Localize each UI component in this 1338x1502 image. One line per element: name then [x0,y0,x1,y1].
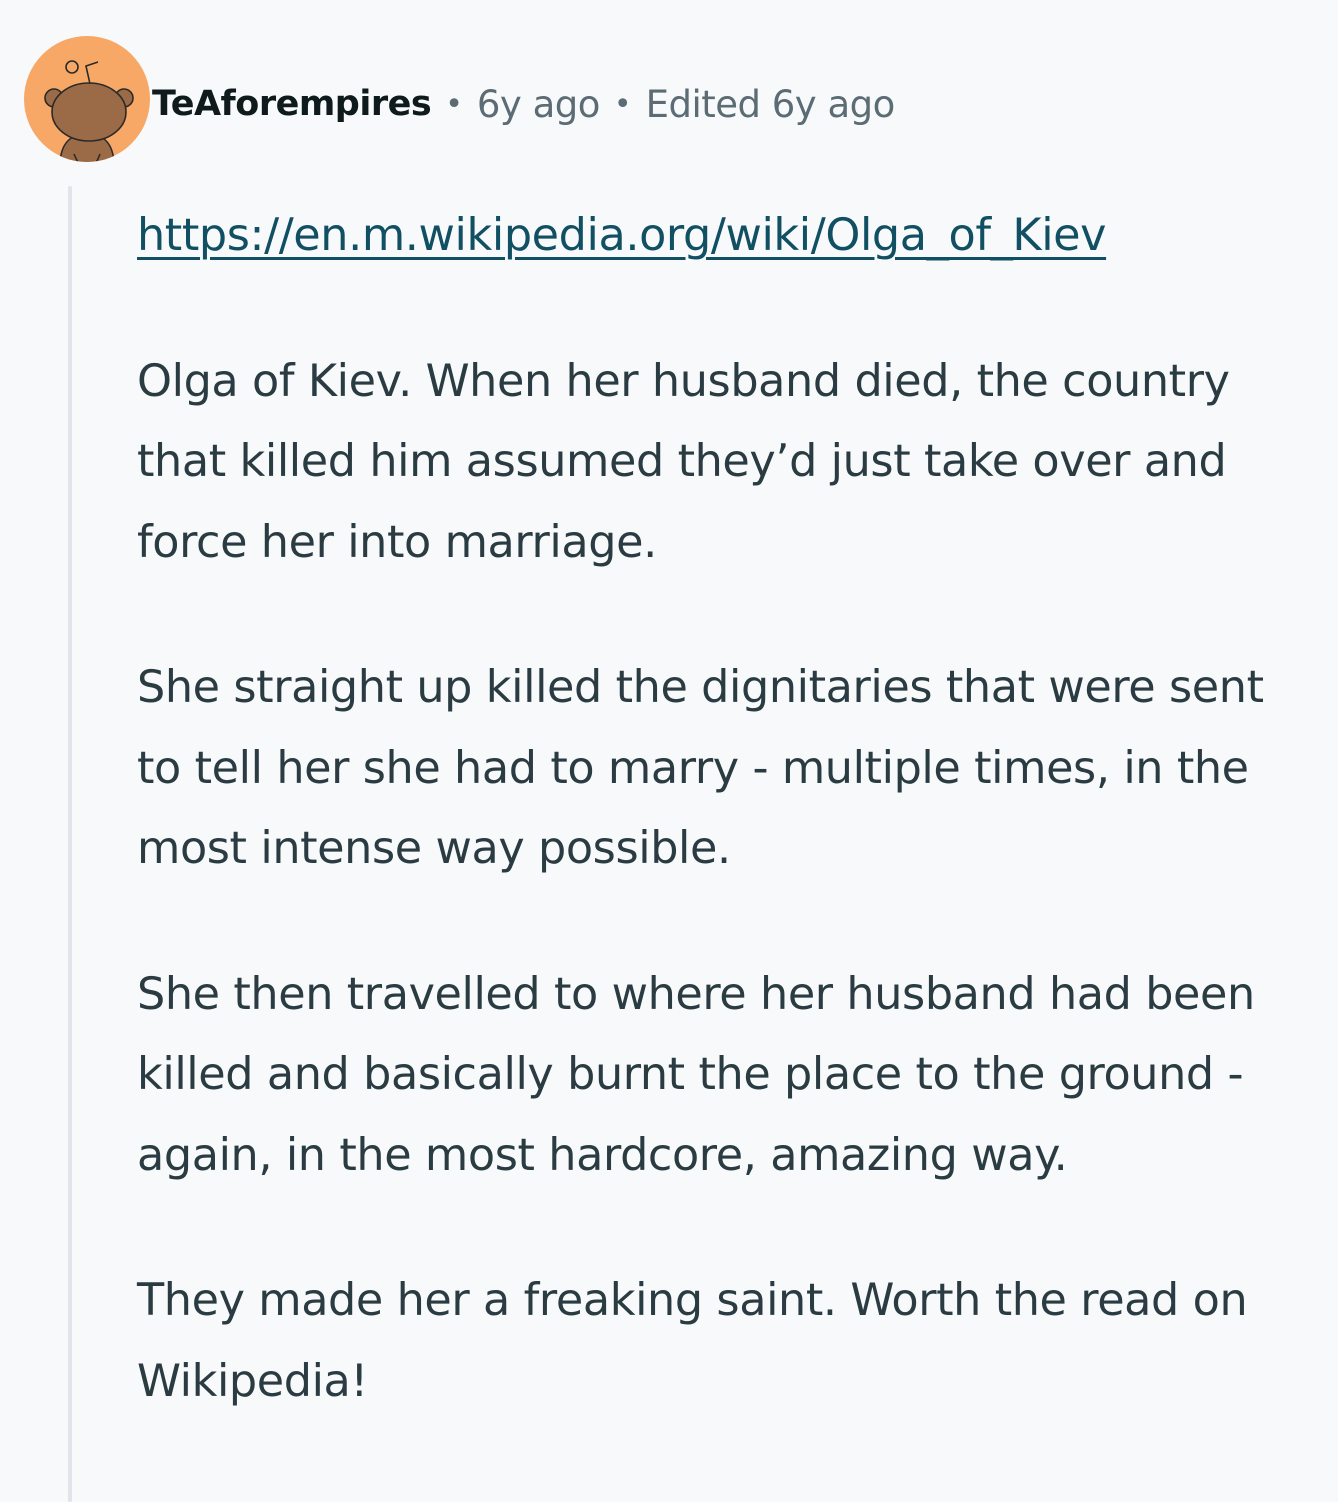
thread-line[interactable] [68,186,72,1502]
comment-paragraph: Olga of Kiev. When her husband died, the… [137,355,1230,568]
post-timestamp[interactable]: 6y ago [477,83,601,126]
snoo-avatar-icon [24,36,150,162]
wikipedia-link[interactable]: https://en.m.wikipedia.org/wiki/Olga_of_… [137,210,1106,261]
comment-paragraph: She straight up killed the dignitaries t… [137,662,1264,874]
separator-dot: • [445,86,463,122]
separator-dot: • [613,86,632,122]
comment-header: TeAforempires • 6y ago • Edited 6y ago [152,76,895,132]
link-paragraph: https://en.m.wikipedia.org/wiki/Olga_of_… [137,196,1312,277]
comment-paragraph: They made her a freaking saint. Worth th… [137,1275,1248,1407]
comment-paragraph: She then travelled to where her husband … [137,968,1255,1181]
edited-timestamp: Edited 6y ago [645,82,896,126]
user-avatar[interactable] [24,36,150,162]
username-link[interactable]: TeAforempires [152,84,432,124]
comment-body: https://en.m.wikipedia.org/wiki/Olga_of_… [137,196,1312,1487]
